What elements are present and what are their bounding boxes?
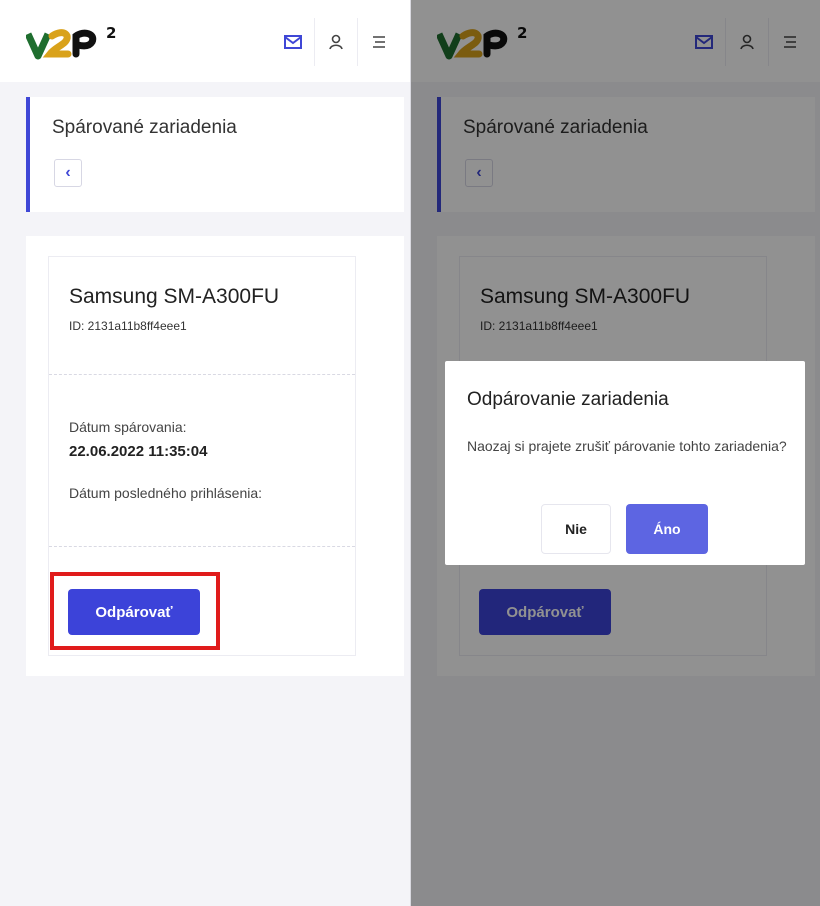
left-screen: 2 Spárované zariadenia ‹ Samsung SM-A300…	[0, 0, 410, 906]
device-id: ID: 2131a11b8ff4eee1	[69, 319, 187, 333]
chevron-left-icon: ‹	[65, 164, 71, 181]
paired-date-value: 22.06.2022 11:35:04	[69, 443, 208, 460]
last-login-label: Dátum posledného prihlásenia:	[69, 485, 263, 501]
unpair-dialog: Odpárovanie zariadenia Naozaj si prajete…	[445, 361, 805, 565]
divider	[49, 546, 355, 547]
right-screen: 2 Spárované zariadenia ‹ Samsung SM-A300…	[410, 0, 820, 906]
back-button[interactable]: ‹	[54, 159, 82, 187]
content-card: Samsung SM-A300FU ID: 2131a11b8ff4eee1 D…	[26, 236, 404, 676]
no-button[interactable]: Nie	[541, 504, 611, 554]
user-icon	[329, 34, 343, 50]
yes-button[interactable]: Áno	[626, 504, 708, 554]
svg-text:2: 2	[106, 24, 116, 42]
menu-button[interactable]	[357, 18, 400, 66]
device-name: Samsung SM-A300FU	[69, 285, 280, 308]
dialog-title: Odpárovanie zariadenia	[467, 389, 669, 410]
messages-button[interactable]	[272, 18, 314, 66]
paired-date-label: Dátum spárovania:	[69, 419, 187, 435]
menu-icon	[373, 36, 385, 48]
page-header-card: Spárované zariadenia ‹	[26, 97, 404, 212]
top-bar: 2	[0, 0, 410, 82]
highlight-box	[50, 572, 220, 650]
dialog-message: Naozaj si prajete zrušiť párovanie tohto…	[467, 438, 787, 454]
mail-icon	[284, 35, 302, 49]
logo[interactable]: 2	[26, 24, 136, 64]
divider	[49, 374, 355, 375]
page-title: Spárované zariadenia	[52, 117, 237, 138]
profile-button[interactable]	[314, 18, 357, 66]
